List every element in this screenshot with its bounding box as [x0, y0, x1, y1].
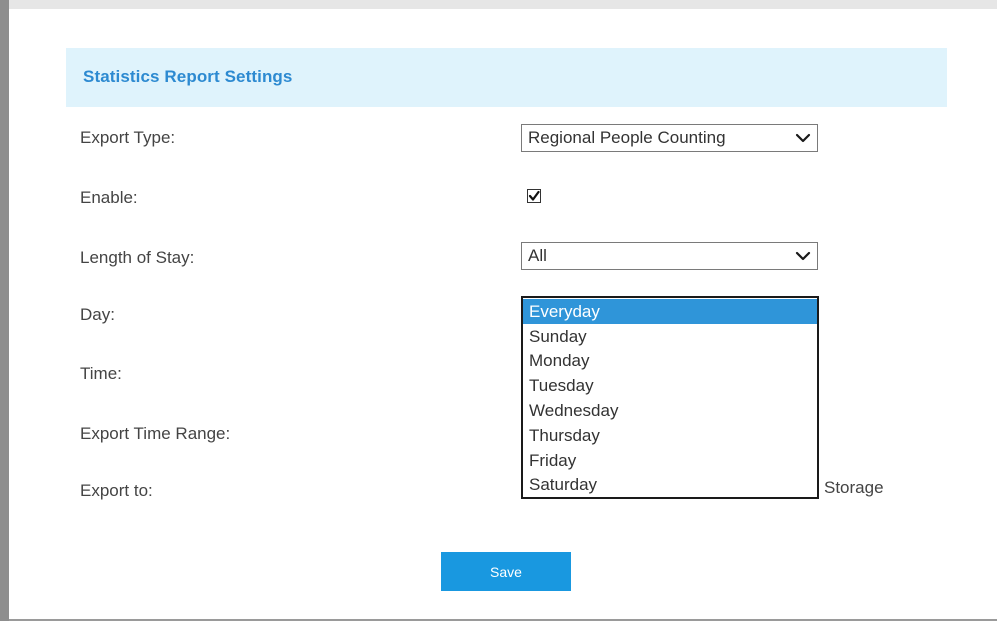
export-time-range-label: Export Time Range:	[80, 424, 231, 443]
day-option-friday[interactable]: Friday	[523, 448, 817, 473]
day-label: Day:	[80, 305, 115, 324]
export-type-select[interactable]: Regional People Counting	[521, 124, 818, 152]
length-of-stay-value: All	[528, 246, 547, 265]
left-border	[0, 0, 9, 621]
day-option-thursday[interactable]: Thursday	[523, 423, 817, 448]
export-to-label: Export to:	[80, 481, 153, 500]
day-option-saturday[interactable]: Saturday	[523, 472, 817, 497]
length-of-stay-select[interactable]: All	[521, 242, 818, 270]
enable-checkbox[interactable]	[527, 189, 541, 203]
day-option-tuesday[interactable]: Tuesday	[523, 373, 817, 398]
day-option-sunday[interactable]: Sunday	[523, 324, 817, 349]
day-dropdown-list[interactable]: Everyday Sunday Monday Tuesday Wednesday…	[521, 296, 819, 499]
checkmark-icon	[528, 190, 540, 201]
day-option-wednesday[interactable]: Wednesday	[523, 398, 817, 423]
export-to-value: Storage	[824, 478, 884, 497]
time-label: Time:	[80, 364, 122, 383]
export-type-value: Regional People Counting	[528, 128, 726, 147]
top-bar	[0, 0, 997, 9]
day-option-everyday[interactable]: Everyday	[523, 299, 817, 324]
length-of-stay-label: Length of Stay:	[80, 248, 195, 267]
day-option-monday[interactable]: Monday	[523, 348, 817, 373]
chevron-down-icon	[795, 133, 811, 143]
enable-label: Enable:	[80, 188, 138, 207]
section-title: Statistics Report Settings	[83, 67, 293, 86]
section-header: Statistics Report Settings	[66, 48, 947, 107]
save-button[interactable]: Save	[441, 552, 571, 591]
export-type-label: Export Type:	[80, 128, 176, 147]
chevron-down-icon	[795, 251, 811, 261]
